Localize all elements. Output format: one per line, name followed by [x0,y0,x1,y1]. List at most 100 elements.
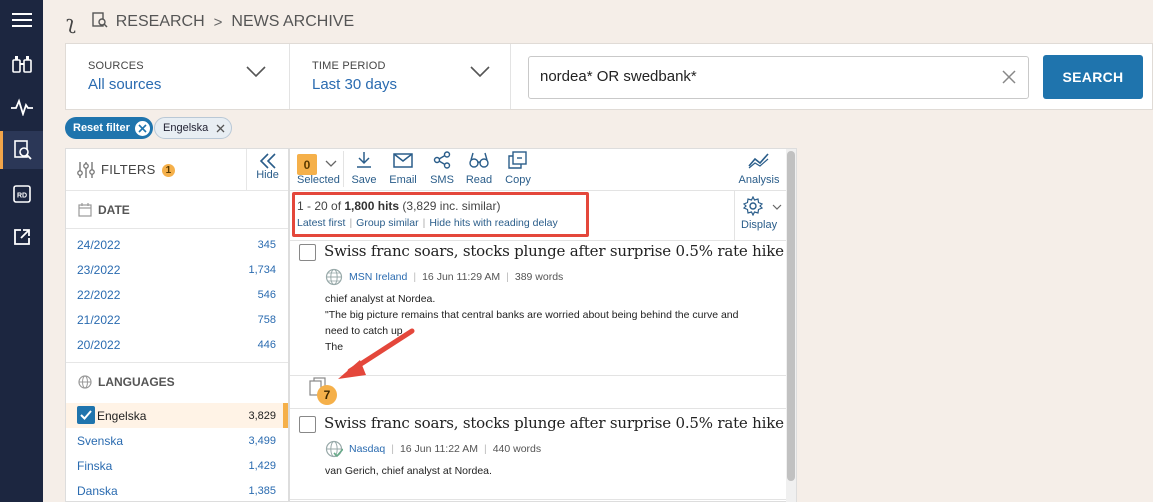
results-scrollbar[interactable] [786,149,796,502]
research-document-icon[interactable] [0,131,43,169]
download-icon [357,152,371,168]
scrollbar-thumb[interactable] [787,151,795,481]
language-filter-chip[interactable]: Engelska [154,117,233,139]
language-filter-row[interactable]: Finska 1,429 [66,453,288,478]
time-period-dropdown[interactable]: TIME PERIOD Last 30 days [290,44,511,109]
app-logo-icon[interactable]: ʅ [66,10,76,34]
language-count: 3,829 [248,410,276,422]
chevron-down-icon [325,160,337,167]
chevron-down-icon [470,66,490,78]
article-checkbox[interactable] [299,416,316,433]
snippet-line: chief analyst at Nordea. [325,293,436,305]
close-icon[interactable] [213,121,228,136]
analysis-button[interactable]: Analysis [734,151,784,189]
date-count: 446 [257,339,276,351]
selected-dropdown[interactable]: 0 Selected [290,151,343,189]
languages-section-header[interactable]: LANGUAGES [66,362,288,400]
date-count: 546 [257,289,276,301]
languages-section-title: LANGUAGES [98,374,175,389]
annotation-highlight-box [292,192,589,237]
sources-dropdown[interactable]: SOURCES All sources [66,44,290,109]
date-filter-row[interactable]: 22/2022 546 [66,282,288,307]
globe-icon [325,268,343,286]
email-button[interactable]: Email [386,151,420,189]
language-filter-row-selected[interactable]: Engelska 3,829 [66,403,288,428]
save-button[interactable]: Save [347,151,381,189]
language-filter-row[interactable]: Svenska 3,499 [66,428,288,453]
search-input[interactable] [540,68,980,85]
filters-title: FILTERS [101,162,156,177]
display-settings-button[interactable]: Display [734,191,786,241]
meta-divider: | [413,271,417,283]
pulse-icon[interactable] [0,88,43,126]
chart-trend-icon [748,153,769,169]
article-title[interactable]: Swiss franc soars, stocks plunge after s… [324,414,784,432]
date-filter-row[interactable]: 20/2022 446 [66,332,288,357]
date-filter-row[interactable]: 24/2022 345 [66,232,288,257]
article-source[interactable]: MSN Ireland [349,271,407,283]
chevron-down-icon [246,66,266,78]
annotation-arrow [338,328,415,379]
date-section-title: DATE [98,202,130,217]
hide-filters-button[interactable]: Hide [246,149,288,191]
snippet-line: van Gerich, chief analyst at Nordea. [325,465,492,477]
article-meta: MSN Ireland | 16 Jun 11:29 AM | 389 word… [325,268,563,286]
external-link-icon[interactable] [0,218,43,256]
similar-count-badge: 7 [317,385,337,405]
close-icon[interactable] [134,120,150,136]
article-item: Swiss franc soars, stocks plunge after s… [290,409,786,499]
chevron-down-icon [772,204,782,210]
checkbox-checked-icon[interactable] [77,406,95,424]
email-label: Email [389,174,417,186]
date-filter-row[interactable]: 23/2022 1,734 [66,257,288,282]
language-label: Danska [77,484,118,498]
gear-icon [743,196,763,216]
language-filter-row[interactable]: Danska 1,385 [66,478,288,502]
date-label: 23/2022 [77,263,121,277]
globe-icon [78,374,92,389]
date-label: 24/2022 [77,238,121,252]
double-chevron-left-icon [259,153,276,169]
display-label: Display [741,219,778,231]
article-checkbox[interactable] [299,244,316,261]
svg-text:RD: RD [16,193,26,200]
sources-value: All sources [88,76,162,93]
read-button[interactable]: Read [462,151,496,189]
results-toolbar: 0 Selected Save Email SMS Read Copy Anal… [290,149,786,191]
globe-check-icon [325,440,343,458]
snippet-line: "The big picture remains that central ba… [325,309,739,321]
date-section-header[interactable]: DATE [66,191,288,229]
time-period-label: TIME PERIOD [312,60,386,72]
hide-label: Hide [256,169,279,181]
search-button[interactable]: SEARCH [1043,55,1143,99]
sliders-icon [77,162,95,178]
language-count: 3,499 [248,435,276,447]
breadcrumb-research[interactable]: RESEARCH [116,13,205,31]
language-count: 1,385 [248,485,276,497]
search-filter-bar: SOURCES All sources TIME PERIOD Last 30 … [65,43,1153,110]
selected-count: 0 [297,154,317,175]
clear-search-icon[interactable] [1002,70,1016,84]
article-wordcount: 389 words [514,271,564,283]
copy-icon [508,151,527,169]
time-period-value: Last 30 days [312,76,398,93]
reset-filter-label: Reset filter [73,122,130,134]
menu-icon[interactable] [0,1,43,39]
binoculars-icon[interactable] [0,45,43,83]
date-label: 22/2022 [77,288,121,302]
article-meta: Nasdaq | 16 Jun 11:22 AM | 440 words [325,440,541,458]
rd-icon[interactable]: RD [0,175,43,213]
meta-divider: | [506,271,509,283]
envelope-icon [393,153,413,168]
article-source[interactable]: Nasdaq [349,443,385,455]
date-filter-row[interactable]: 21/2022 758 [66,307,288,332]
date-count: 758 [257,314,276,326]
toolbar-divider [343,151,344,187]
article-title[interactable]: Swiss franc soars, stocks plunge after s… [324,242,784,260]
copy-button[interactable]: Copy [501,151,535,189]
language-label: Engelska [97,409,147,423]
sms-label: SMS [430,174,454,186]
reset-filter-chip[interactable]: Reset filter [65,117,153,139]
sms-button[interactable]: SMS [425,151,459,189]
copy-label: Copy [505,174,531,186]
